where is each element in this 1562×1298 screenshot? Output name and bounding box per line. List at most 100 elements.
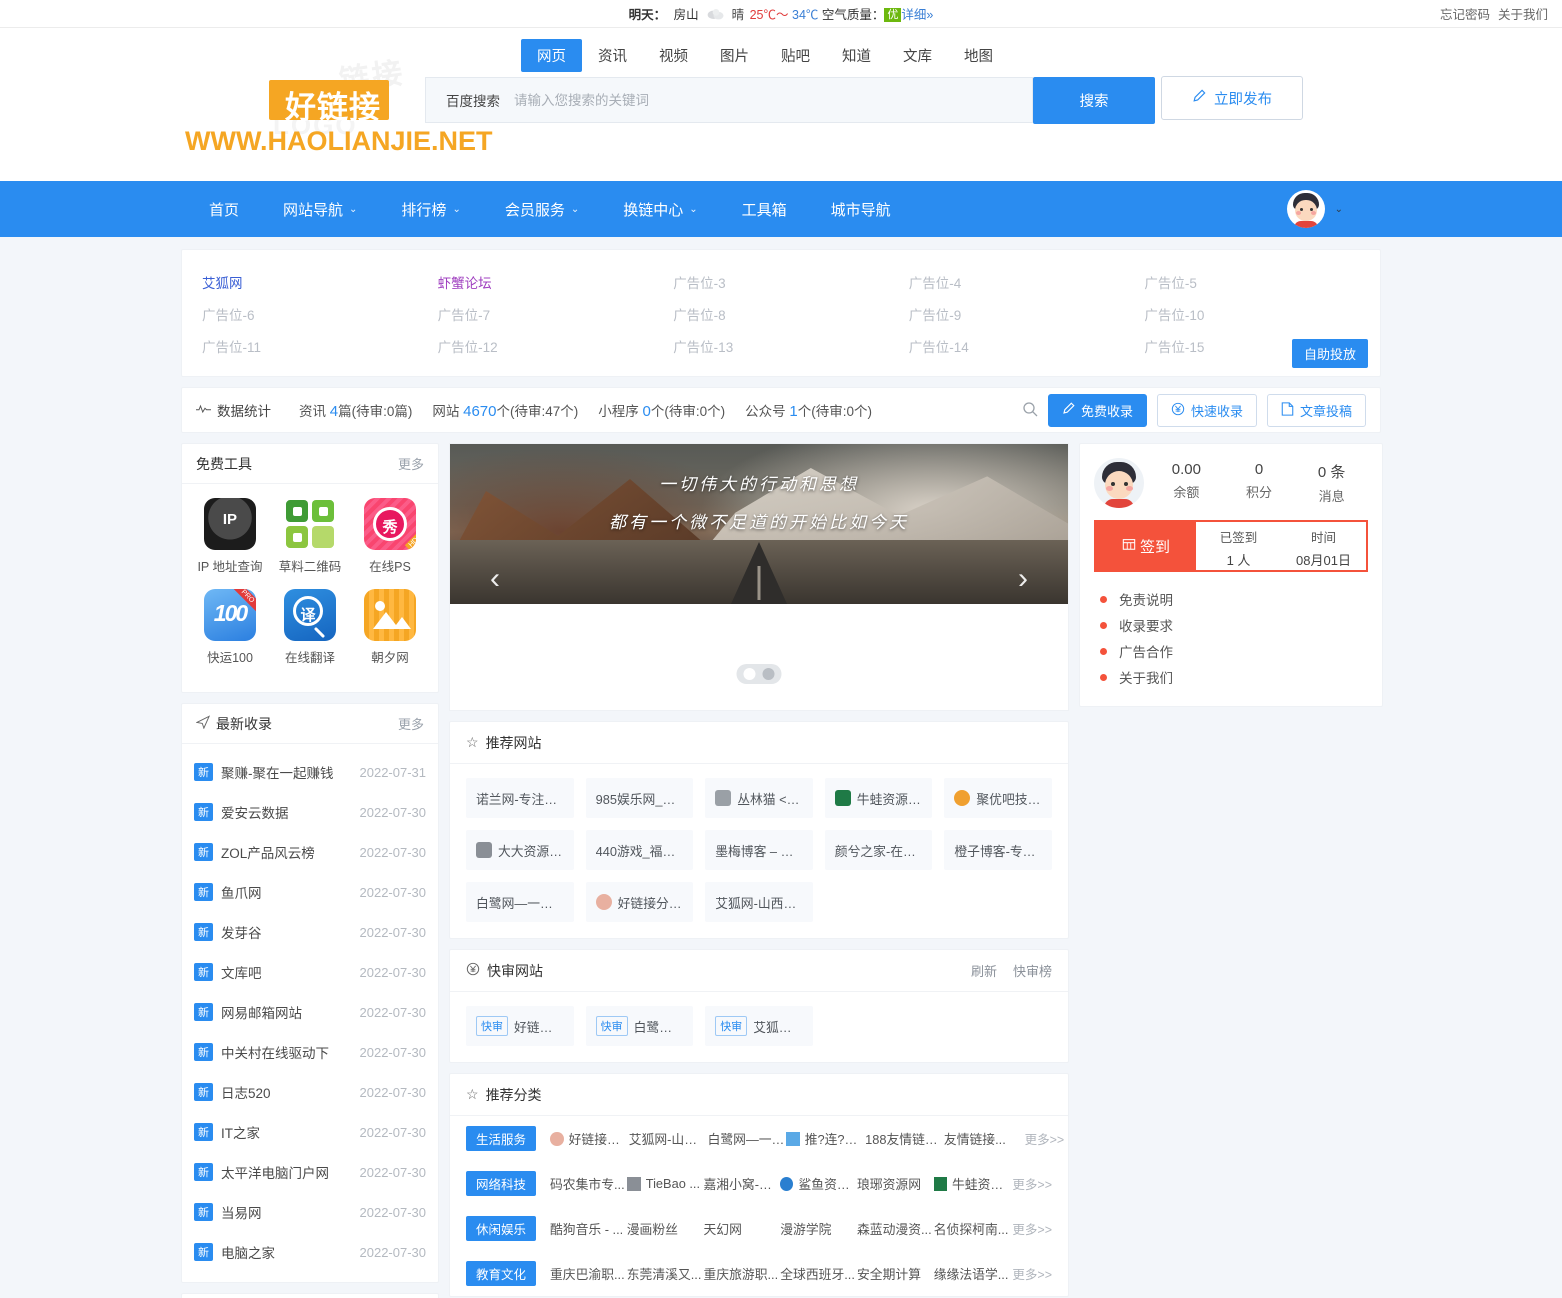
list-item[interactable]: 新中关村在线驱动下 2022-07-30 bbox=[194, 1032, 426, 1072]
list-item[interactable]: 新电脑之家 2022-07-30 bbox=[194, 1232, 426, 1272]
category-link[interactable]: 重庆旅游职... bbox=[704, 1264, 781, 1283]
site-link[interactable]: 聚优吧技术导航 - ... bbox=[944, 778, 1052, 818]
tool-item[interactable]: 朝夕网 bbox=[350, 589, 430, 666]
list-item[interactable]: 新 IT之家 2022-07-30 bbox=[194, 1112, 426, 1152]
ad-slot[interactable]: 广告位-6 bbox=[192, 298, 428, 330]
category-link[interactable]: 全球西班牙... bbox=[780, 1264, 857, 1283]
category-link[interactable]: 码农集市专... bbox=[550, 1174, 627, 1193]
tab-zhidao[interactable]: 知道 bbox=[826, 39, 887, 72]
publish-button[interactable]: 立即发布 bbox=[1161, 76, 1303, 120]
site-link[interactable]: 颜兮之家-在平凡中追... bbox=[824, 830, 933, 870]
category-link[interactable]: 推?连?分... bbox=[786, 1129, 865, 1148]
list-item[interactable]: 新发芽谷 2022-07-30 bbox=[194, 912, 426, 952]
ad-slot[interactable]: 广告位-4 bbox=[899, 266, 1135, 298]
category-link[interactable]: 安全期计算 bbox=[857, 1264, 934, 1283]
category-link[interactable]: 牛蛙资源... bbox=[933, 1174, 1011, 1193]
search-input[interactable] bbox=[514, 92, 1032, 108]
site-link[interactable]: 快审好链接分类目... bbox=[466, 1006, 574, 1046]
site-link[interactable]: 440游戏_福利手游平... bbox=[585, 830, 694, 870]
category-link[interactable]: 漫游学院 bbox=[780, 1219, 857, 1238]
tab-tieba[interactable]: 贴吧 bbox=[765, 39, 826, 72]
category-more-link[interactable]: 更多>> bbox=[1025, 1129, 1065, 1148]
search-box[interactable]: 百度搜索 bbox=[425, 77, 1033, 123]
user-stat-balance[interactable]: 0.00 余额 bbox=[1150, 461, 1223, 505]
about-us-link[interactable]: 关于我们 bbox=[1498, 4, 1548, 23]
list-item[interactable]: 新鱼爪网 2022-07-30 bbox=[194, 872, 426, 912]
refresh-link[interactable]: 刷新 bbox=[971, 961, 997, 980]
category-link[interactable]: 白鹭网—一个... bbox=[708, 1129, 787, 1148]
nav-item-rankings[interactable]: 排行榜 ⌄ bbox=[379, 181, 482, 237]
site-link[interactable]: 好链接分类目录-网... bbox=[585, 882, 694, 922]
ad-slot[interactable]: 艾狐网 bbox=[192, 266, 428, 298]
carousel-dot[interactable] bbox=[762, 668, 775, 680]
self-serve-ad-button[interactable]: 自助投放 bbox=[1291, 339, 1368, 368]
site-link[interactable]: 诺兰网-专注技术教程,... bbox=[466, 778, 574, 818]
nav-item-member-service[interactable]: 会员服务 ⌄ bbox=[483, 181, 601, 237]
tool-item[interactable]: 译 在线翻译 bbox=[270, 589, 350, 666]
site-link[interactable]: 快审艾狐网-山西太... bbox=[705, 1006, 813, 1046]
site-link[interactable]: 白鹭网—一个个人创业... bbox=[466, 882, 574, 922]
avatar[interactable] bbox=[1286, 190, 1325, 228]
latest-inclusions-more-link[interactable]: 更多 bbox=[398, 714, 424, 733]
tool-item[interactable]: 100 PRO 快运100 bbox=[190, 589, 270, 666]
ad-slot[interactable]: 广告位-8 bbox=[663, 298, 899, 330]
tool-item[interactable]: 秀 HD 在线PS bbox=[350, 498, 430, 575]
category-tag[interactable]: 休闲娱乐 bbox=[466, 1216, 536, 1241]
list-item[interactable]: 新太平洋电脑门户网 2022-07-30 bbox=[194, 1152, 426, 1192]
category-link[interactable]: 森蓝动漫资... bbox=[857, 1219, 934, 1238]
search-button[interactable]: 搜索 bbox=[1033, 77, 1155, 124]
category-tag[interactable]: 网络科技 bbox=[466, 1171, 536, 1196]
tab-video[interactable]: 视频 bbox=[643, 39, 704, 72]
fast-submit-button[interactable]: 快速收录 bbox=[1156, 393, 1257, 427]
nav-item-city-nav[interactable]: 城市导航 bbox=[809, 181, 913, 237]
user-stat-points[interactable]: 0 积分 bbox=[1223, 461, 1296, 505]
category-link[interactable]: 友情链接... bbox=[944, 1129, 1023, 1148]
category-link[interactable]: 重庆巴渝职... bbox=[550, 1264, 627, 1283]
carousel-dot[interactable] bbox=[743, 668, 756, 680]
category-link[interactable]: 缘缘法语学... bbox=[934, 1264, 1011, 1283]
category-link[interactable]: 天幻网 bbox=[704, 1219, 781, 1238]
carousel-next-icon[interactable]: › bbox=[1008, 564, 1038, 594]
site-link[interactable]: 墨梅博客 – 分享互联... bbox=[705, 830, 813, 870]
nav-item-toolbox[interactable]: 工具箱 bbox=[720, 181, 809, 237]
sign-in-button[interactable]: 签到 bbox=[1096, 522, 1196, 570]
carousel-prev-icon[interactable]: ‹ bbox=[480, 564, 510, 594]
tab-wenku[interactable]: 文库 bbox=[887, 39, 948, 72]
tab-map[interactable]: 地图 bbox=[948, 39, 1009, 72]
site-link[interactable]: 985娱乐网_专注技术... bbox=[585, 778, 694, 818]
nav-item-site-nav[interactable]: 网站导航 ⌄ bbox=[261, 181, 379, 237]
ad-slot[interactable]: 广告位-11 bbox=[192, 330, 428, 362]
list-item[interactable]: 新文库吧 2022-07-30 bbox=[194, 952, 426, 992]
tab-image[interactable]: 图片 bbox=[704, 39, 765, 72]
category-more-link[interactable]: 更多>> bbox=[1012, 1174, 1052, 1193]
site-link[interactable]: 快审白鹭网—一个个... bbox=[585, 1006, 694, 1046]
site-link[interactable]: 丛林猫 <clm6.com... bbox=[705, 778, 813, 818]
avatar[interactable] bbox=[1094, 458, 1144, 508]
user-stat-messages[interactable]: 0 条 消息 bbox=[1295, 461, 1368, 505]
site-link[interactable]: 艾狐网-山西太原人自... bbox=[705, 882, 813, 922]
fast-review-rank-link[interactable]: 快审榜 bbox=[1013, 961, 1052, 980]
disclaimer-link[interactable]: 免责说明 bbox=[1094, 586, 1368, 612]
article-submit-button[interactable]: 文章投稿 bbox=[1266, 393, 1366, 427]
category-more-link[interactable]: 更多>> bbox=[1012, 1264, 1052, 1283]
category-more-link[interactable]: 更多>> bbox=[1012, 1219, 1052, 1238]
ad-slot[interactable]: 广告位-12 bbox=[428, 330, 664, 362]
category-tag[interactable]: 教育文化 bbox=[466, 1261, 536, 1286]
ad-slot[interactable]: 广告位-5 bbox=[1134, 266, 1370, 298]
list-item[interactable]: 新日志520 2022-07-30 bbox=[194, 1072, 426, 1112]
category-link[interactable]: 鲨鱼资源... bbox=[780, 1174, 857, 1193]
about-us-link[interactable]: 关于我们 bbox=[1094, 664, 1368, 690]
list-item[interactable]: 新 ZOL产品风云榜 2022-07-30 bbox=[194, 832, 426, 872]
free-submit-button[interactable]: 免费收录 bbox=[1047, 393, 1147, 427]
category-link[interactable]: TieBao ... bbox=[626, 1174, 704, 1193]
inclusion-requirements-link[interactable]: 收录要求 bbox=[1094, 612, 1368, 638]
list-item[interactable]: 新爱安云数据 2022-07-30 bbox=[194, 792, 426, 832]
site-link[interactable]: 大大资源网_资源... bbox=[466, 830, 574, 870]
site-link[interactable]: 橙子博客-专注于网... bbox=[944, 830, 1052, 870]
ad-slot[interactable]: 广告位-10 bbox=[1134, 298, 1370, 330]
ad-slot[interactable]: 虾蟹论坛 bbox=[428, 266, 664, 298]
category-link[interactable]: 名侦探柯南... bbox=[934, 1219, 1011, 1238]
category-link[interactable]: 琅琊资源网 bbox=[857, 1174, 934, 1193]
category-link[interactable]: 嘉湘小窝-嘉... bbox=[704, 1174, 781, 1193]
search-engine-label[interactable]: 百度搜索 bbox=[426, 90, 514, 110]
